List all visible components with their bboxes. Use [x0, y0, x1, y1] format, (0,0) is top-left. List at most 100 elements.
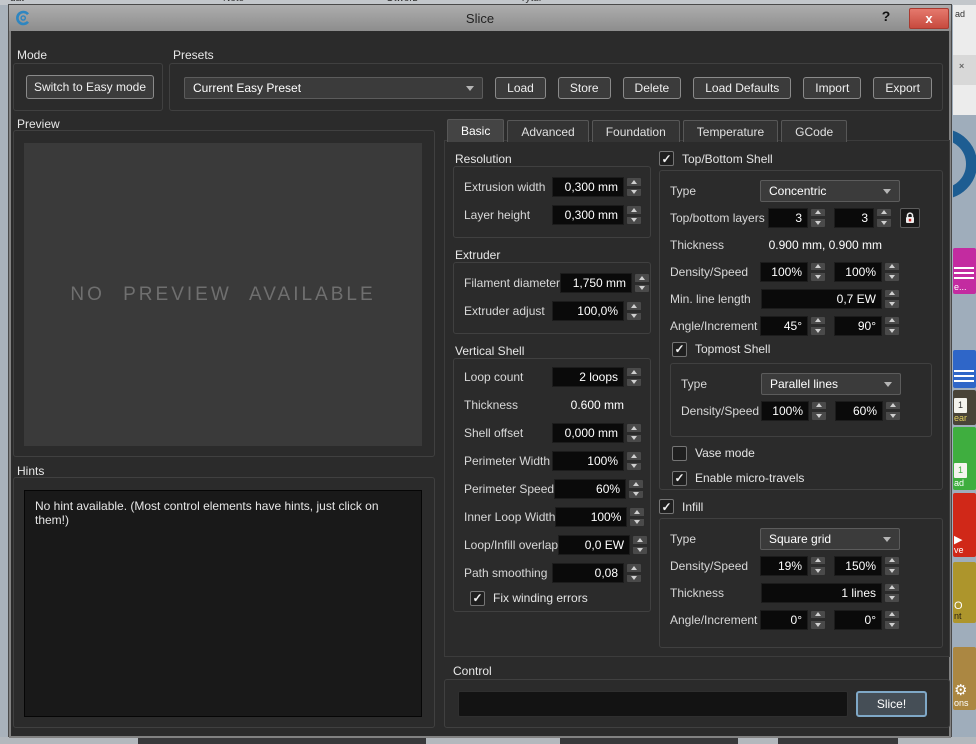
spin-up-icon[interactable]: [884, 610, 900, 620]
store-button[interactable]: Store: [558, 77, 611, 99]
extrusion-width-spinner[interactable]: [626, 177, 642, 197]
infill-density-field[interactable]: 19%: [760, 556, 808, 576]
spin-down-icon[interactable]: [811, 411, 827, 421]
topmost-density-spinner[interactable]: [811, 401, 827, 421]
perimeter-speed-spinner[interactable]: [628, 479, 644, 499]
loop-count-field[interactable]: 2 loops: [552, 367, 624, 387]
spin-down-icon[interactable]: [884, 299, 900, 309]
extrusion-width-field[interactable]: 0,300 mm: [552, 177, 624, 197]
spin-down-icon[interactable]: [810, 272, 826, 282]
spin-up-icon[interactable]: [632, 535, 648, 545]
tb-layers-bottom-spinner[interactable]: [876, 208, 892, 228]
toolbar-button-options[interactable]: ⚙ ons: [953, 647, 976, 710]
slice-button[interactable]: Slice!: [856, 691, 927, 717]
spin-down-icon[interactable]: [626, 434, 642, 444]
tb-density-spinner[interactable]: [810, 262, 826, 282]
tb-angle-spinner[interactable]: [810, 316, 826, 336]
spin-down-icon[interactable]: [626, 462, 642, 472]
spin-up-icon[interactable]: [626, 205, 642, 215]
spin-up-icon[interactable]: [884, 583, 900, 593]
toolbar-button-save[interactable]: ▶ ve: [953, 493, 976, 557]
extruder-adjust-spinner[interactable]: [626, 301, 642, 321]
spin-up-icon[interactable]: [876, 208, 892, 218]
spin-down-icon[interactable]: [876, 218, 892, 228]
infill-type-select[interactable]: Square grid: [760, 528, 900, 550]
spin-up-icon[interactable]: [626, 177, 642, 187]
layer-height-spinner[interactable]: [626, 205, 642, 225]
spin-up-icon[interactable]: [884, 556, 900, 566]
spin-down-icon[interactable]: [884, 566, 900, 576]
tab-temperature[interactable]: Temperature: [683, 120, 778, 142]
infill-speed-field[interactable]: 150%: [834, 556, 882, 576]
tb-type-select[interactable]: Concentric: [760, 180, 900, 202]
path-smoothing-spinner[interactable]: [626, 563, 642, 583]
load-defaults-button[interactable]: Load Defaults: [693, 77, 791, 99]
infill-checkbox[interactable]: ✓: [659, 499, 674, 514]
spin-down-icon[interactable]: [810, 218, 826, 228]
loop-infill-overlap-spinner[interactable]: [632, 535, 648, 555]
micro-travels-checkbox[interactable]: ✓: [672, 471, 687, 486]
help-button[interactable]: ?: [877, 8, 895, 26]
export-button[interactable]: Export: [873, 77, 932, 99]
infill-angle-field[interactable]: 0°: [760, 610, 808, 630]
spin-up-icon[interactable]: [626, 423, 642, 433]
infill-angle-spinner[interactable]: [810, 610, 826, 630]
filament-diameter-spinner[interactable]: [634, 273, 650, 293]
inner-loop-width-field[interactable]: 100%: [555, 507, 627, 527]
spin-down-icon[interactable]: [626, 188, 642, 198]
tb-layers-bottom-field[interactable]: 3: [834, 208, 874, 228]
delete-button[interactable]: Delete: [623, 77, 682, 99]
spin-down-icon[interactable]: [884, 593, 900, 603]
perimeter-width-field[interactable]: 100%: [552, 451, 624, 471]
toolbar-button-magenta[interactable]: e...: [953, 248, 976, 294]
spin-down-icon[interactable]: [885, 411, 901, 421]
extruder-adjust-field[interactable]: 100,0%: [552, 301, 624, 321]
min-line-length-field[interactable]: 0,7 EW: [761, 289, 882, 309]
titlebar[interactable]: Slice ? x: [9, 5, 951, 31]
close-button[interactable]: x: [909, 8, 949, 29]
tb-layers-top-spinner[interactable]: [810, 208, 826, 228]
tab-gcode[interactable]: GCode: [781, 120, 847, 142]
switch-easy-mode-button[interactable]: Switch to Easy mode: [26, 75, 154, 99]
spin-down-icon[interactable]: [810, 326, 826, 336]
infill-increment-field[interactable]: 0°: [834, 610, 882, 630]
spin-up-icon[interactable]: [626, 367, 642, 377]
spin-up-icon[interactable]: [810, 316, 826, 326]
infill-thickness-field[interactable]: 1 lines: [761, 583, 882, 603]
spin-down-icon[interactable]: [628, 490, 644, 500]
toolbar-button-print[interactable]: O nt: [953, 562, 976, 623]
spin-up-icon[interactable]: [884, 262, 900, 272]
layer-height-field[interactable]: 0,300 mm: [552, 205, 624, 225]
tb-layers-top-field[interactable]: 3: [768, 208, 808, 228]
vase-mode-checkbox[interactable]: [672, 446, 687, 461]
spin-up-icon[interactable]: [884, 316, 900, 326]
spin-down-icon[interactable]: [632, 546, 648, 556]
spin-down-icon[interactable]: [884, 272, 900, 282]
spin-down-icon[interactable]: [884, 620, 900, 630]
infill-speed-spinner[interactable]: [884, 556, 900, 576]
lock-button[interactable]: [900, 208, 920, 228]
tb-density-field[interactable]: 100%: [760, 262, 808, 282]
tab-foundation[interactable]: Foundation: [592, 120, 680, 142]
spin-up-icon[interactable]: [628, 479, 644, 489]
spin-down-icon[interactable]: [629, 518, 645, 528]
tb-increment-spinner[interactable]: [884, 316, 900, 336]
load-button[interactable]: Load: [495, 77, 546, 99]
spin-up-icon[interactable]: [634, 273, 650, 283]
perimeter-speed-field[interactable]: 60%: [554, 479, 626, 499]
toolbar-button-load[interactable]: 1 ad: [953, 427, 976, 490]
tb-increment-field[interactable]: 90°: [834, 316, 882, 336]
topmost-density-field[interactable]: 100%: [761, 401, 809, 421]
tab-basic[interactable]: Basic: [447, 119, 504, 142]
tb-speed-spinner[interactable]: [884, 262, 900, 282]
min-line-length-spinner[interactable]: [884, 289, 900, 309]
filament-diameter-field[interactable]: 1,750 mm: [560, 273, 632, 293]
tb-speed-field[interactable]: 100%: [834, 262, 882, 282]
tab-advanced[interactable]: Advanced: [507, 120, 588, 142]
spin-up-icon[interactable]: [626, 451, 642, 461]
topmost-shell-checkbox[interactable]: ✓: [672, 342, 687, 357]
spin-down-icon[interactable]: [810, 620, 826, 630]
spin-down-icon[interactable]: [626, 378, 642, 388]
shell-offset-spinner[interactable]: [626, 423, 642, 443]
spin-up-icon[interactable]: [629, 507, 645, 517]
